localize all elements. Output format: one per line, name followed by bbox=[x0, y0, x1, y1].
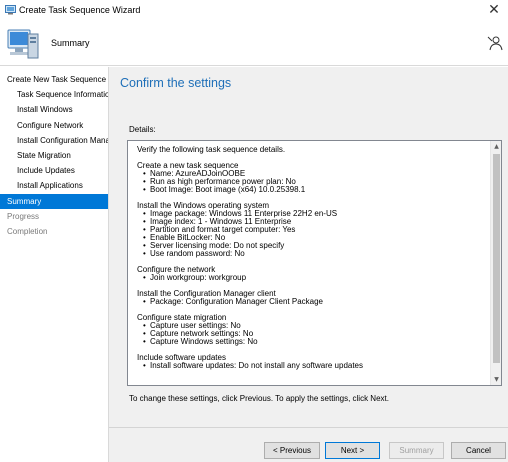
sidebar-item-install-configuration-manager[interactable]: Install Configuration Manager bbox=[0, 133, 108, 148]
wizard-header: Summary bbox=[0, 22, 508, 66]
window-title: Create Task Sequence Wizard bbox=[19, 5, 141, 15]
details-content: Verify the following task sequence detai… bbox=[137, 146, 487, 385]
scroll-thumb[interactable] bbox=[493, 154, 500, 363]
details-bullet-line: Boot Image: Boot image (x64) 10.0.25398.… bbox=[137, 186, 487, 194]
details-scrollbar[interactable]: ▲ ▼ bbox=[490, 141, 501, 385]
summary-button[interactable]: Summary bbox=[389, 442, 444, 459]
title-bar: Create Task Sequence Wizard ✕ bbox=[0, 0, 508, 22]
details-section-heading: Verify the following task sequence detai… bbox=[137, 146, 286, 154]
footer-divider bbox=[109, 427, 508, 428]
page-heading: Summary bbox=[51, 38, 90, 48]
cancel-button[interactable]: Cancel bbox=[451, 442, 506, 459]
sidebar-item-install-applications[interactable]: Install Applications bbox=[0, 178, 108, 193]
close-icon[interactable]: ✕ bbox=[480, 0, 508, 22]
details-bullet-line: Join workgroup: workgroup bbox=[137, 274, 487, 282]
sidebar-item-progress: Progress bbox=[7, 211, 40, 221]
sidebar-item-task-sequence-information[interactable]: Task Sequence Information bbox=[0, 87, 108, 102]
details-bullet-line: Package: Configuration Manager Client Pa… bbox=[137, 298, 487, 306]
instructions-text: To change these settings, click Previous… bbox=[129, 394, 389, 403]
computer-icon bbox=[7, 29, 39, 59]
wizard-app-icon bbox=[5, 5, 16, 15]
sidebar-item-create-new-task-sequence[interactable]: Create New Task Sequence bbox=[0, 72, 108, 87]
details-bullet-line: Use random password: No bbox=[137, 250, 487, 258]
scroll-up-icon[interactable]: ▲ bbox=[491, 141, 501, 152]
sidebar-item-state-migration[interactable]: State Migration bbox=[0, 148, 108, 163]
scroll-down-icon[interactable]: ▼ bbox=[491, 374, 501, 385]
sidebar-item-include-updates[interactable]: Include Updates bbox=[0, 163, 108, 178]
details-textbox[interactable]: Verify the following task sequence detai… bbox=[127, 140, 502, 386]
details-bullet-line: Install software updates: Do not install… bbox=[137, 362, 487, 370]
main-panel: Confirm the settings Details: Verify the… bbox=[108, 67, 508, 462]
sidebar-item-summary[interactable]: Summary bbox=[0, 193, 108, 209]
confirm-settings-title: Confirm the settings bbox=[120, 76, 232, 90]
wizard-step-list: Create New Task Sequence Task Sequence In… bbox=[0, 67, 108, 462]
next-button[interactable]: Next > bbox=[325, 442, 380, 459]
user-help-icon bbox=[487, 36, 503, 51]
previous-button[interactable]: < Previous bbox=[264, 442, 320, 459]
sidebar-item-configure-network[interactable]: Configure Network bbox=[0, 118, 108, 133]
sidebar-item-completion: Completion bbox=[7, 227, 48, 236]
sidebar-item-install-windows[interactable]: Install Windows bbox=[0, 102, 108, 117]
details-bullet-line: Capture Windows settings: No bbox=[137, 338, 487, 346]
details-label: Details: bbox=[129, 125, 156, 134]
